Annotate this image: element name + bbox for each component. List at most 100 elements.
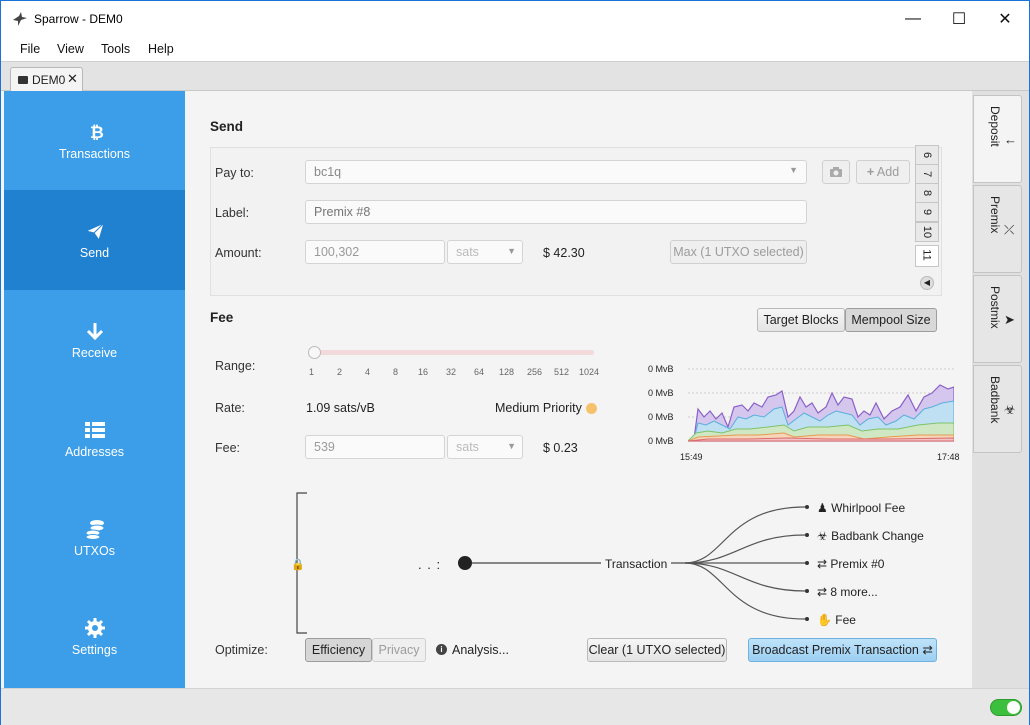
info-icon: i [436,644,447,655]
output-label: 8 more... [830,585,878,599]
priority-label: Medium Priority [495,401,582,415]
recipient-tab[interactable]: 9 [915,202,939,222]
close-tab-icon[interactable]: ✕ [67,71,78,87]
fee-fiat: $ 0.23 [543,441,578,455]
wallet-tab[interactable]: DEM0 ✕ [10,67,83,92]
status-bar [1,688,1029,725]
sidebar-item-utxos[interactable]: UTXOs [4,488,185,588]
tab-premix[interactable]: Premix ⤫ [973,185,1022,273]
fee-unit-select[interactable]: sats ▼ [447,435,523,459]
broadcast-button[interactable]: Broadcast Premix Transaction ⇄ [748,638,937,662]
add-recipient-label: Add [876,165,900,179]
output-label: Badbank Change [831,529,924,543]
recipient-tab[interactable]: 7 [915,164,939,184]
camera-icon [830,167,842,177]
biohazard-icon: ☣ [817,529,828,543]
amount-unit-value: sats [456,245,479,259]
chart-y-tick: 0 MvB [648,388,674,398]
sidebar-item-label: Addresses [64,445,125,459]
sidebar-item-label: Transactions [58,147,131,161]
fee-range-slider-track[interactable] [311,350,594,355]
transaction-node-label: Transaction [605,557,668,571]
recipient-tab-active[interactable]: 11 [915,245,939,267]
rate-value: 1.09 sats/vB [306,401,375,415]
menu-view[interactable]: View [57,42,84,56]
menu-tools[interactable]: Tools [101,42,130,56]
menu-bar: File View Tools Help [1,37,1029,61]
biohazard-icon: ☣ [1004,402,1016,417]
chart-y-tick: 0 MvB [648,436,674,446]
output-label: Whirlpool Fee [831,501,906,515]
window-title: Sparrow - DEM0 [34,12,123,26]
tab-deposit[interactable]: Deposit ← [973,95,1022,183]
output-premix: ⇄ Premix #0 [817,557,884,571]
clear-button[interactable]: Clear (1 UTXO selected) [587,638,727,662]
analysis-link[interactable]: Analysis... [452,643,509,657]
fee-label: Fee: [215,441,241,455]
mempool-chart: 0 MvB 0 MvB 0 MvB 0 MvB 15:49 17:48 [640,359,965,469]
chevron-down-icon: ▼ [507,246,516,256]
sidebar-item-settings[interactable]: Settings [4,587,185,687]
mempool-size-toggle[interactable]: Mempool Size [845,308,937,332]
sidebar-item-send[interactable]: Send [4,190,185,290]
menu-help[interactable]: Help [148,42,174,56]
close-window-button[interactable]: ✕ [982,1,1028,37]
plus-icon: + [866,165,875,179]
sidebar-item-label: UTXOs [74,544,115,558]
sidebar-item-transactions[interactable]: ₿ Transactions [4,91,185,191]
shuffle-icon: ⇄ [817,557,828,571]
paper-plane-icon [84,222,105,242]
output-label: Premix #0 [830,557,885,571]
recipient-tab[interactable]: 8 [915,183,939,203]
privacy-toggle[interactable]: Privacy [372,638,426,662]
paper-plane-icon: ➤ [1004,312,1015,327]
account-tabs: Deposit ← Premix ⤫ Postmix ➤ Badbank ☣ [972,91,1029,688]
hand-icon: ✋ [817,613,832,627]
target-blocks-toggle[interactable]: Target Blocks [757,308,845,332]
output-label: Fee [835,613,856,627]
online-toggle[interactable] [990,699,1022,716]
sidebar-item-addresses[interactable]: Addresses [4,389,185,489]
wallet-icon [18,76,28,84]
maximize-button[interactable]: ☐ [936,1,982,37]
shuffle-icon: ⤫ [1004,222,1015,237]
fee-input[interactable]: 539 [305,435,445,459]
coins-icon [85,520,105,540]
mempool-area-plot [688,368,954,442]
minimize-button[interactable]: — [890,1,936,37]
pay-to-label: Pay to: [215,166,254,180]
output-whirlpool-fee: ♟ Whirlpool Fee [817,501,905,515]
sidebar-item-receive[interactable]: Receive [4,290,185,390]
camera-button[interactable] [822,160,850,184]
sidebar-item-label: Send [79,246,110,260]
add-recipient-button[interactable]: + Add [856,160,910,184]
max-button[interactable]: Max (1 UTXO selected) [670,240,807,264]
title-bar: Sparrow - DEM0 — ☐ ✕ [1,1,1029,37]
tab-postmix[interactable]: Postmix ➤ [973,275,1022,363]
recipient-tab[interactable]: 6 [915,145,939,165]
label-input[interactable] [305,200,807,224]
tab-label: Postmix [988,286,1002,329]
scroll-left-button[interactable]: ◀ [915,273,939,293]
output-fee: ✋ Fee [817,613,856,627]
tab-badbank[interactable]: Badbank ☣ [973,365,1022,453]
amount-input[interactable]: 100,302 [305,240,445,264]
label-field-label: Label: [215,206,250,220]
gear-icon [85,618,105,638]
sidebar: ₿ Transactions Send Receive Addresses UT… [4,91,185,688]
menu-file[interactable]: File [20,42,40,56]
tab-label: Deposit [988,106,1002,147]
send-panel: Send Pay to: bc1q ▼ + Add Label: Amount:… [185,91,972,688]
recipient-tab[interactable]: 10 [915,222,939,242]
chevron-down-icon[interactable]: ▼ [789,165,798,175]
amount-unit-select[interactable]: sats ▼ [447,240,523,264]
optimize-label: Optimize: [215,643,268,657]
toggle-knob [1007,701,1020,714]
send-heading: Send [210,119,244,134]
fee-range-slider-thumb[interactable] [308,346,321,359]
bitcoin-icon: ₿ [90,123,104,142]
pay-to-input[interactable]: bc1q ▼ [305,160,807,184]
fee-unit-value: sats [456,440,479,454]
efficiency-toggle[interactable]: Efficiency [305,638,372,662]
amount-fiat: $ 42.30 [543,246,585,260]
